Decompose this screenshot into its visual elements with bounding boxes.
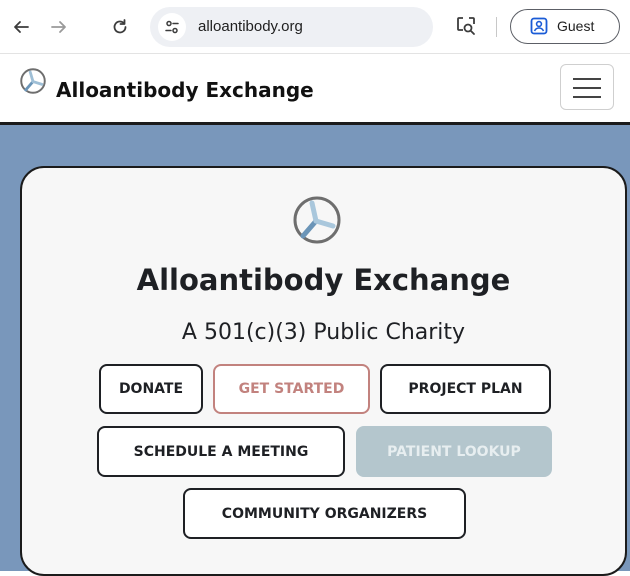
project-plan-button[interactable]: PROJECT PLAN	[380, 364, 551, 414]
profile-label: Guest	[557, 18, 595, 34]
profile-icon	[530, 17, 548, 35]
url-text[interactable]: alloantibody.org	[198, 18, 303, 35]
schedule-meeting-button[interactable]: SCHEDULE A MEETING	[97, 426, 345, 477]
antibody-logo-icon	[292, 195, 342, 245]
donate-button[interactable]: DONATE	[99, 364, 203, 414]
hero-title: Alloantibody Exchange	[136, 263, 511, 297]
forward-arrow-icon[interactable]	[46, 14, 72, 40]
hamburger-menu-button[interactable]	[560, 64, 614, 110]
site-navbar: Alloantibody Exchange	[0, 54, 630, 125]
antibody-logo-icon[interactable]	[19, 67, 47, 95]
back-arrow-icon[interactable]	[8, 14, 34, 40]
address-bar[interactable]: alloantibody.org	[150, 7, 433, 47]
lens-search-icon[interactable]	[455, 15, 477, 37]
get-started-button[interactable]: GET STARTED	[213, 364, 370, 414]
nav-brand[interactable]: Alloantibody Exchange	[56, 78, 314, 102]
browser-toolbar: alloantibody.org Guest	[0, 0, 630, 54]
toolbar-divider	[496, 17, 497, 37]
patient-lookup-button: PATIENT LOOKUP	[356, 426, 552, 477]
site-settings-icon[interactable]	[158, 13, 186, 41]
profile-button[interactable]: Guest	[510, 9, 620, 44]
hero-card: Alloantibody Exchange A 501(c)(3) Public…	[20, 166, 627, 576]
hero-section: Alloantibody Exchange A 501(c)(3) Public…	[0, 125, 630, 576]
reload-icon[interactable]	[107, 14, 133, 40]
hero-subtitle: A 501(c)(3) Public Charity	[181, 320, 466, 345]
community-organizers-button[interactable]: COMMUNITY ORGANIZERS	[183, 488, 466, 539]
